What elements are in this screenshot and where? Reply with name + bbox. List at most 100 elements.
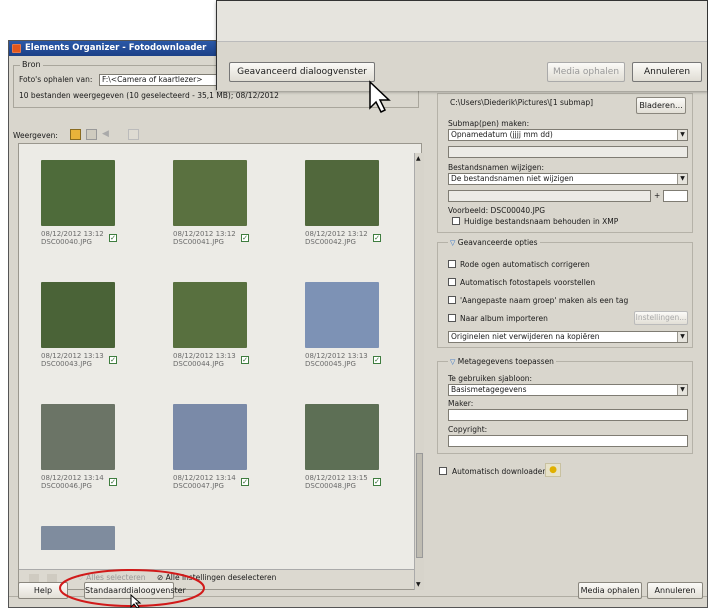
subfolder-name-field	[448, 146, 688, 158]
cancel-button[interactable]: Annuleren	[647, 582, 703, 599]
overlay-get-media-button[interactable]: Media ophalen	[547, 62, 625, 82]
photo-checkbox[interactable]: ✓	[241, 356, 249, 364]
maker-field[interactable]	[448, 409, 688, 421]
get-from-label: Foto's ophalen van:	[19, 75, 93, 84]
photo-thumbnail[interactable]	[41, 160, 115, 226]
destination-group: C:\Users\Diederik\Pictures\[1 submap] Bl…	[437, 93, 693, 233]
grid-scrollbar[interactable]: ▲ ▼	[414, 153, 424, 590]
template-dropdown[interactable]: Basismetagegevens ▼	[448, 384, 688, 396]
photo-thumbnail[interactable]	[173, 282, 247, 348]
thumbnail-card[interactable]: 08/12/2012 13:12 DSC00041.JPG ✓	[161, 154, 281, 272]
source-legend: Bron	[20, 60, 43, 69]
thumbnail-grid: 08/12/2012 13:12 DSC00040.JPG ✓ 08/12/20…	[18, 143, 422, 590]
browse-button[interactable]: Bladeren...	[636, 97, 686, 114]
album-checkbox[interactable]	[448, 314, 456, 322]
mouse-cursor-icon	[368, 80, 394, 116]
chevron-down-icon: ▼	[677, 332, 687, 342]
photo-checkbox[interactable]: ✓	[241, 478, 249, 486]
destination-path-text: C:\Users\Diederik\Pictures\[1 submap]	[450, 98, 594, 107]
copyright-label: Copyright:	[448, 425, 488, 434]
copyright-field[interactable]	[448, 435, 688, 447]
photo-thumbnail[interactable]	[305, 160, 379, 226]
photo-thumbnail[interactable]	[305, 404, 379, 470]
photo-filename: DSC00041.JPG	[173, 238, 224, 246]
thumbnail-card[interactable]: 08/12/2012 13:13 DSC00043.JPG ✓	[29, 276, 149, 394]
photo-thumbnail[interactable]	[41, 282, 115, 348]
triangle-down-icon[interactable]: ▽	[450, 358, 455, 366]
overlay-button-bar: Geavanceerd dialoogvenster Media ophalen…	[217, 41, 707, 91]
photo-checkbox[interactable]: ✓	[109, 234, 117, 242]
stacks-label: Automatisch fotostapels voorstellen	[460, 278, 596, 287]
overlay-cancel-button[interactable]: Annuleren	[632, 62, 702, 82]
thumbnail-card[interactable]	[29, 520, 149, 550]
window-title: Elements Organizer - Fotodownloader	[25, 43, 207, 53]
photo-checkbox[interactable]: ✓	[109, 356, 117, 364]
auto-download-checkbox[interactable]	[439, 467, 447, 475]
photo-checkbox[interactable]: ✓	[373, 478, 381, 486]
thumbnail-view-icon[interactable]	[70, 129, 81, 140]
stacks-checkbox[interactable]	[448, 278, 456, 286]
thumbnail-card[interactable]: 08/12/2012 13:12 DSC00040.JPG ✓	[29, 154, 149, 272]
album-settings-button[interactable]: Instellingen...	[634, 311, 688, 325]
advanced-dialog-overlay: Geavanceerd dialoogvenster Media ophalen…	[216, 0, 708, 91]
thumbnail-card[interactable]: 08/12/2012 13:13 DSC00044.JPG ✓	[161, 276, 281, 394]
detail-view-icon[interactable]	[86, 129, 97, 140]
thumbnail-card[interactable]: 08/12/2012 13:15 DSC00048.JPG ✓	[293, 398, 413, 516]
red-eye-checkbox[interactable]	[448, 260, 456, 268]
photo-checkbox[interactable]: ✓	[241, 234, 249, 242]
subfolder-label: Submap(pen) maken:	[448, 119, 530, 128]
advanced-options-title: ▽ Geavanceerde opties	[448, 238, 540, 247]
thumbnail-card[interactable]: 08/12/2012 13:13 DSC00045.JPG ✓	[293, 276, 413, 394]
subfolder-dropdown[interactable]: Opnamedatum (jjjj mm dd) ▼	[448, 129, 688, 141]
photo-filename: DSC00047.JPG	[173, 482, 224, 490]
advanced-options-group: ▽ Geavanceerde opties Rode ogen automati…	[437, 238, 693, 348]
photo-checkbox[interactable]: ✓	[373, 234, 381, 242]
auto-download-label: Automatisch downloaden	[452, 467, 548, 476]
photo-filename: DSC00048.JPG	[305, 482, 356, 490]
thumbnail-card[interactable]: 08/12/2012 13:14 DSC00046.JPG ✓	[29, 398, 149, 516]
photo-thumbnail[interactable]	[173, 160, 247, 226]
group-tag-label: 'Aangepaste naam groep' maken als een ta…	[460, 296, 629, 305]
metadata-title-text: Metagegevens toepassen	[457, 357, 554, 366]
get-media-button[interactable]: Media ophalen	[578, 582, 642, 599]
advanced-options-title-text: Geavanceerde opties	[457, 238, 538, 247]
scroll-down-arrow[interactable]: ▼	[416, 581, 421, 588]
photo-date: 08/12/2012 13:14	[173, 474, 236, 482]
keep-name-checkbox[interactable]	[452, 217, 460, 225]
app-icon	[12, 44, 21, 53]
scroll-thumb[interactable]	[416, 453, 423, 558]
photo-thumbnail[interactable]	[41, 404, 115, 470]
template-label: Te gebruiken sjabloon:	[448, 374, 533, 383]
template-value: Basismetagegevens	[451, 385, 527, 394]
status-text: 10 bestanden weergegeven (10 geselecteer…	[19, 91, 279, 100]
photo-date: 08/12/2012 13:12	[173, 230, 236, 238]
thumbnail-card[interactable]: 08/12/2012 13:12 DSC00042.JPG ✓	[293, 154, 413, 272]
photo-date: 08/12/2012 13:13	[305, 352, 368, 360]
destination-path: C:\Users\Diederik\Pictures\[1 submap]	[448, 98, 624, 110]
photo-downloader-window: Elements Organizer - Fotodownloader Bron…	[8, 40, 708, 608]
photo-date: 08/12/2012 13:12	[305, 230, 368, 238]
album-label: Naar album importeren	[460, 314, 548, 323]
photo-thumbnail[interactable]	[305, 282, 379, 348]
delete-originals-dropdown[interactable]: Originelen niet verwijderen na kopiëren …	[448, 331, 688, 343]
lightbulb-icon[interactable]: ●	[545, 463, 561, 477]
rename-number-field[interactable]	[663, 190, 688, 202]
photo-checkbox[interactable]: ✓	[373, 356, 381, 364]
photo-thumbnail[interactable]	[41, 526, 115, 550]
photo-date: 08/12/2012 13:13	[41, 352, 104, 360]
group-tag-checkbox[interactable]	[448, 296, 456, 304]
chevron-down-icon: ▼	[677, 130, 687, 140]
triangle-down-icon[interactable]: ▽	[450, 239, 455, 247]
thumbnail-card[interactable]: 08/12/2012 13:14 DSC00047.JPG ✓	[161, 398, 281, 516]
metadata-group: ▽ Metagegevens toepassen Te gebruiken sj…	[437, 357, 693, 454]
photo-thumbnail[interactable]	[173, 404, 247, 470]
rotate-icon[interactable]	[128, 129, 139, 140]
chevron-down-icon: ▼	[677, 385, 687, 395]
scroll-up-arrow[interactable]: ▲	[416, 155, 421, 162]
rename-dropdown[interactable]: De bestandsnamen niet wijzigen ▼	[448, 173, 688, 185]
audio-icon[interactable]: ◀	[102, 129, 113, 140]
photo-filename: DSC00044.JPG	[173, 360, 224, 368]
advanced-dialog-button[interactable]: Geavanceerd dialoogvenster	[229, 62, 375, 82]
photo-filename: DSC00046.JPG	[41, 482, 92, 490]
photo-checkbox[interactable]: ✓	[109, 478, 117, 486]
